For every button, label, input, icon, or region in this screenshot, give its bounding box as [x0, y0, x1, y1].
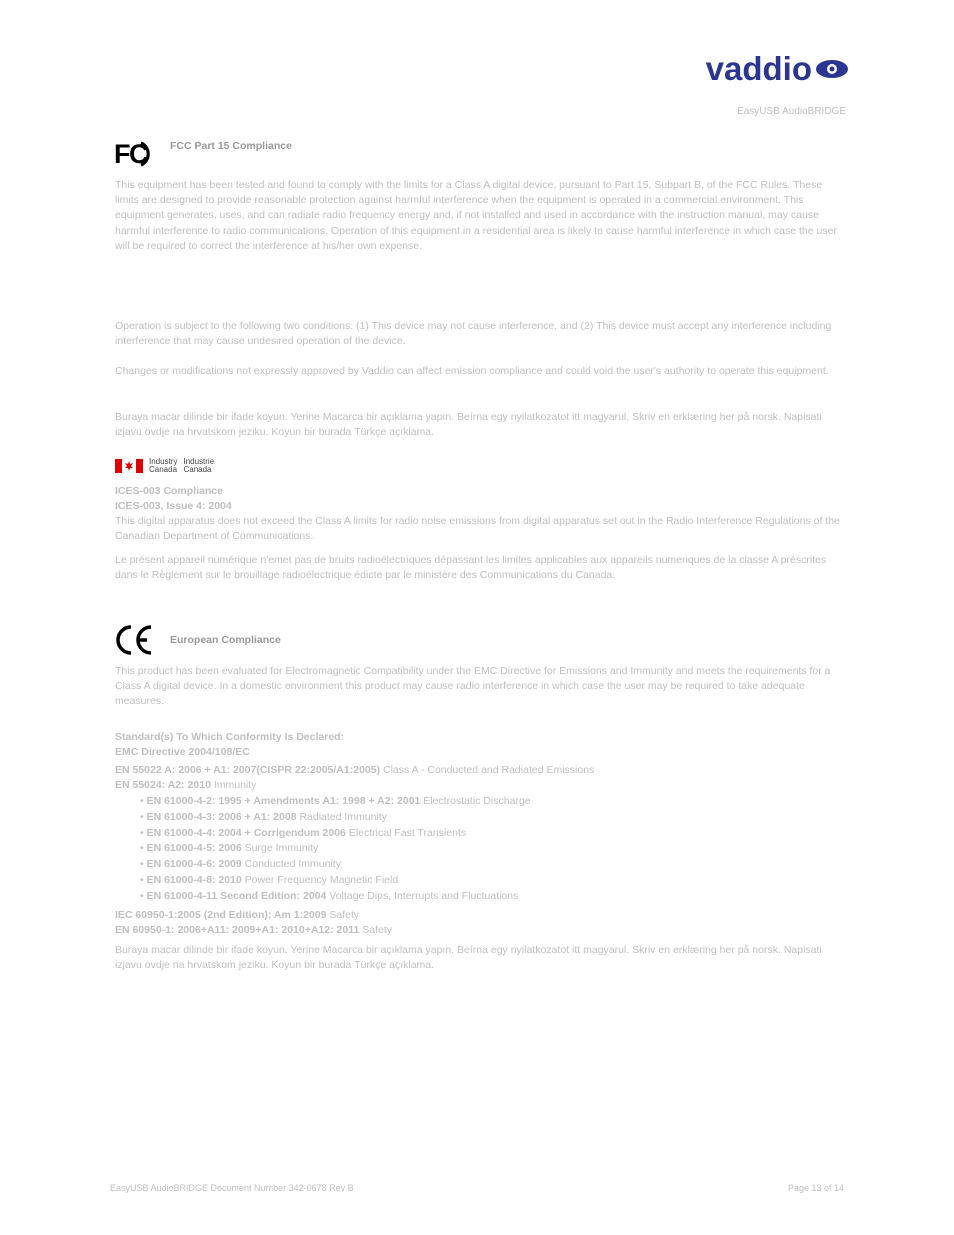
company-logo: vaddio: [706, 50, 849, 88]
canada-flag-icon: [115, 459, 143, 473]
footer-doc-number: EasyUSB AudioBRIDGE Document Number 342-…: [110, 1183, 354, 1193]
ic-text-fr: IndustrieCanada: [183, 458, 214, 475]
ce-iec2: EN 60950-1: 2006+A11: 2009+A1: 2010+A12:…: [115, 923, 841, 938]
page-footer: EasyUSB AudioBRIDGE Document Number 342-…: [0, 1183, 954, 1193]
ce-title: European Compliance: [170, 634, 281, 646]
list-item: EN 61000-4-6: 2009 Conducted Immunity: [140, 857, 840, 873]
logo-text: vaddio: [706, 50, 812, 88]
fcc-para2: Operation is subject to the following tw…: [115, 319, 841, 349]
ce-logo-icon: [113, 624, 158, 661]
ce-standards-title: Standard(s) To Which Conformity Is Decla…: [115, 730, 841, 745]
logo-eye-icon: [815, 58, 849, 80]
ices-para-en: This digital apparatus does not exceed t…: [115, 514, 841, 544]
list-item: EN 61000-4-8: 2010 Power Frequency Magne…: [140, 873, 840, 889]
ce-en-list: EN 61000-4-2: 1995 + Amendments A1: 1998…: [140, 794, 840, 904]
ic-text-en: IndustryCanada: [149, 458, 177, 475]
fcc-para1: This equipment has been tested and found…: [115, 178, 841, 254]
product-name: EasyUSB AudioBRIDGE: [737, 106, 846, 117]
ices-title: ICES-003 Compliance: [115, 484, 841, 499]
ices-para-fr: Le présent appareil numérique n'emet pas…: [115, 553, 841, 583]
ce-emc: EMC Directive 2004/108/EC: [115, 745, 841, 760]
list-item: EN 61000-4-3: 2006 + A1: 2008 Radiated I…: [140, 810, 840, 826]
list-item: EN 61000-4-5: 2006 Surge Immunity: [140, 841, 840, 857]
ices-subtitle: ICES-003, Issue 4: 2004: [115, 499, 841, 514]
svg-text:C: C: [129, 139, 149, 169]
list-item: EN 61000-4-2: 1995 + Amendments A1: 1998…: [140, 794, 840, 810]
ce-std2: EN 55024: A2: 2010 Immunity: [115, 778, 841, 793]
ce-std1: EN 55022 A: 2006 + A1: 2007(CISPR 22:200…: [115, 763, 841, 778]
fcc-title: FCC Part 15 Compliance: [170, 140, 292, 152]
list-item: EN 61000-4-4: 2004 + Corrigendum 2006 El…: [140, 826, 840, 842]
fcc-para3: Changes or modifications not expressly a…: [115, 364, 841, 379]
placeholder-text-1: Buraya macar dilinde bir ifade koyun. Ye…: [115, 410, 841, 440]
fcc-logo-icon: F C: [114, 139, 152, 174]
placeholder-text-2: Buraya macar dilinde bir ifade koyun. Ye…: [115, 943, 841, 973]
list-item: EN 61000-4-11 Second Edition: 2004 Volta…: [140, 889, 840, 905]
industry-canada-logo: IndustryCanada IndustrieCanada: [115, 458, 214, 475]
footer-page-number: Page 13 of 14: [788, 1183, 844, 1193]
ce-para1: This product has been evaluated for Elec…: [115, 664, 841, 710]
ce-iec1: IEC 60950-1:2005 (2nd Edition); Am 1:200…: [115, 908, 841, 923]
